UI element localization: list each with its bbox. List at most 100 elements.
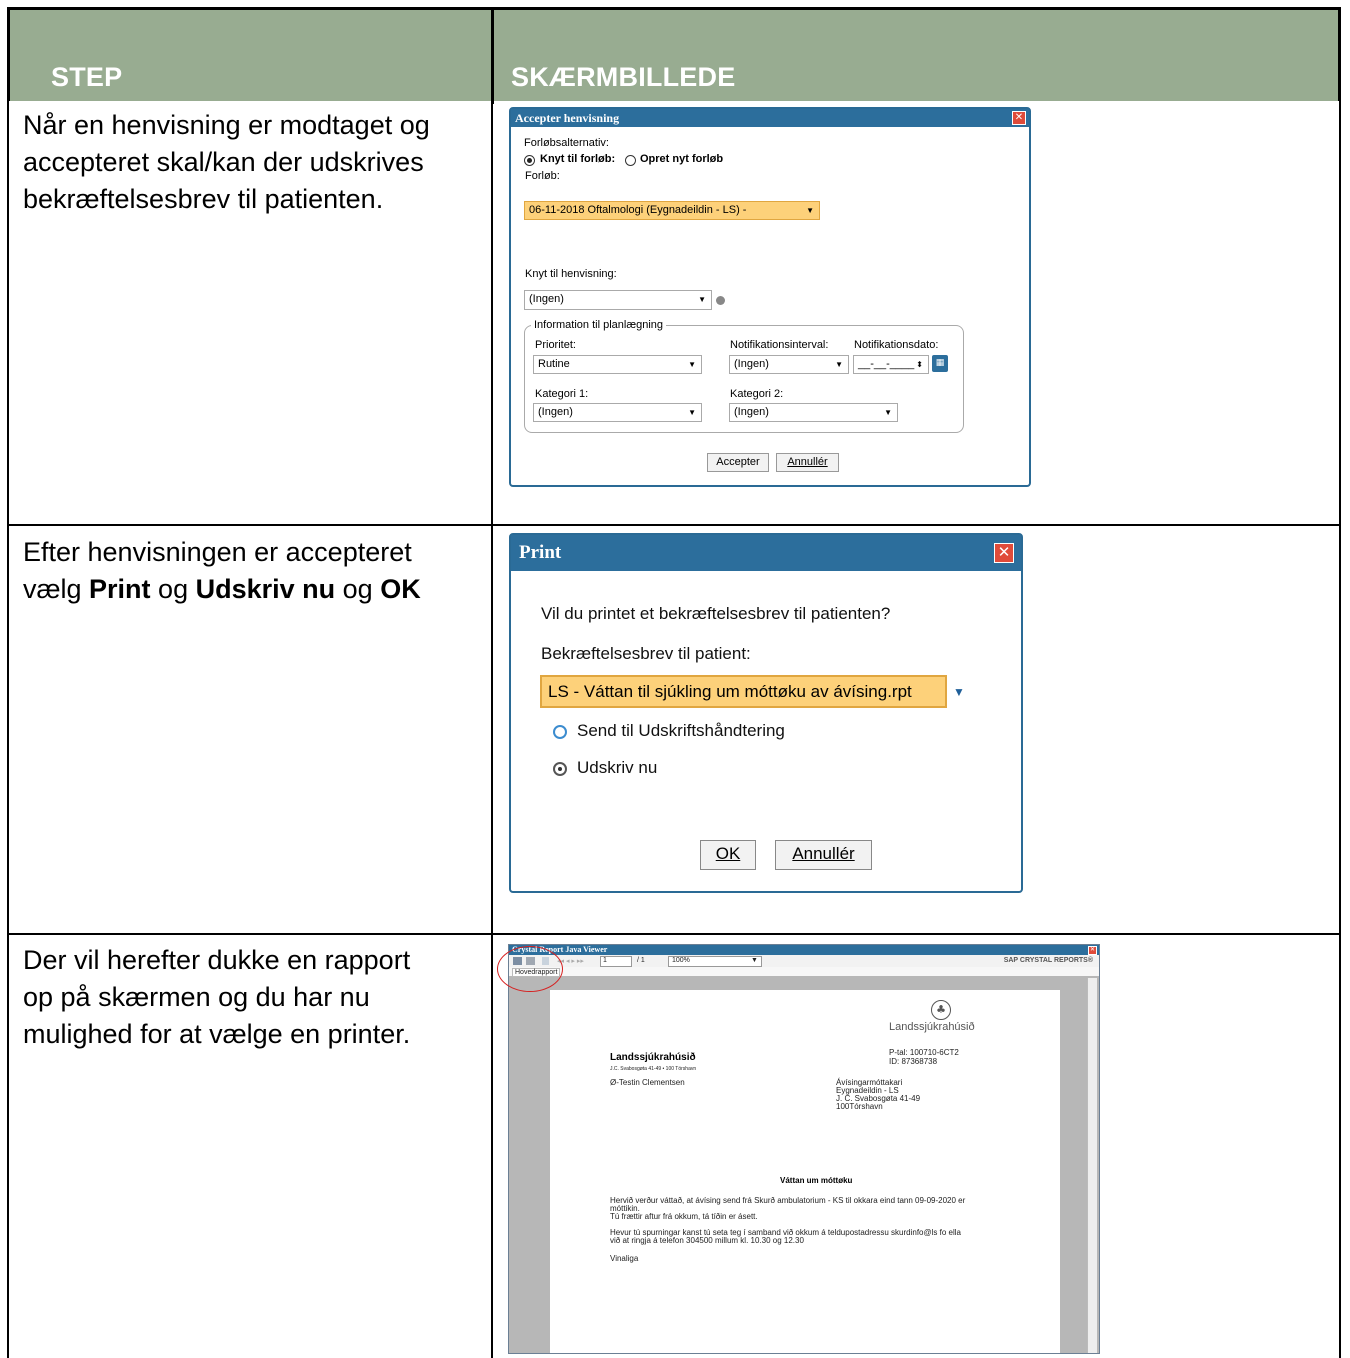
step-2-text: Efter henvisningen er accepteret vælg Pr… [23,534,483,608]
prioritet-select[interactable]: Rutine ▼ [533,355,702,374]
org-address: J.C. Svabosgøta 41-49 • 100 Tórshavn [610,1066,697,1072]
patient-name: Ø-Testin Clementsen [610,1078,685,1087]
radio-print-now[interactable] [553,762,567,776]
chevron-down-icon: ▼ [688,408,696,417]
forlob-value: 06-11-2018 Oftalmologi (Eygnadeildin - L… [529,204,747,216]
header-screenshot: SKÆRMBILLEDE [511,62,736,92]
chevron-down-icon: ▼ [751,957,758,964]
header-divider [491,10,494,104]
row-divider-2 [7,933,1341,935]
kat1-value: (Ingen) [538,406,573,418]
step-2-bold-ok: OK [380,574,421,604]
letter-para-1a: Hervið verður váttað, at ávísing send fr… [610,1196,966,1205]
notif-int-label: Notifikationsinterval: [730,339,829,351]
stepper-icon: ⬍ [916,360,923,369]
radio-send-queue-label: Send til Udskriftshåndtering [577,721,785,740]
step-2-bold-udskriv: Udskriv nu [195,574,336,604]
step-2-line-2: vælg Print og Udskriv nu og OK [23,571,483,608]
radio-send-queue[interactable] [553,725,567,739]
print-question: Vil du printet et bekræftelsesbrev til p… [541,604,891,623]
page-input-value: 1 [603,957,607,964]
ok-button[interactable]: OK [700,840,756,870]
zoom-value: 100% [672,957,690,964]
forlob-select[interactable]: 06-11-2018 Oftalmologi (Eygnadeildin - L… [524,201,820,220]
letter-select-label: Bekræftelsesbrev til patient: [541,644,751,663]
info-icon[interactable] [716,296,725,305]
dialog-1-titlebar: Accepter henvisning ✕ [511,109,1029,127]
letter-para-1c: Tú frættir aftur frá okkum, tá tíðin er … [610,1212,758,1221]
letter-select[interactable]: LS - Váttan til sjúkling um móttøku av á… [540,675,969,708]
step-2-bold-print: Print [89,574,151,604]
step-3-line-3: mulighed for at vælge en printer. [23,1019,411,1049]
knyt-label: Knyt til henvisning: [525,268,617,280]
cancel-button[interactable]: Annullér [775,840,872,870]
radio-print-now-label: Udskriv nu [577,758,658,777]
accept-referral-dialog: Accepter henvisning ✕ Forløbsalternativ:… [509,107,1031,487]
step-1-line-3: bekræftelsesbrev til patienten. [23,184,384,214]
step-3-line-2: op på skærmen og du har nu [23,982,370,1012]
dialog-1-title: Accepter henvisning [515,111,620,125]
notif-dato-label: Notifikationsdato: [854,339,939,351]
knyt-value: (Ingen) [529,293,564,305]
chevron-down-icon: ▼ [806,206,814,215]
logo-icon: ♣ [931,1000,951,1020]
kat1-select[interactable]: (Ingen) ▼ [533,403,702,422]
letter-select-value: LS - Váttan til sjúkling um móttøku av á… [548,682,912,701]
cancel-button[interactable]: Annullér [776,453,839,472]
chevron-down-icon: ▼ [688,360,696,369]
letter-para-2b: við at ringja á telefon 304500 millum kl… [610,1236,804,1245]
kat2-select[interactable]: (Ingen) ▼ [729,403,898,422]
viewer-titlebar: Crystal Report Java Viewer ✕ [509,945,1099,955]
receiver-line-4: 100Tórshavn [836,1102,883,1111]
letter-sign: Vinaliga [610,1254,639,1263]
viewer-scrollbar[interactable] [1087,978,1097,1353]
group-title: Information til planlægning [531,319,667,331]
radio-knyt-label: Knyt til forløb: [540,153,616,165]
step-1-text: Når en henvisning er modtaget og accepte… [23,107,483,218]
page-input[interactable]: 1 [600,956,632,967]
page-total: / 1 [637,957,645,964]
dialog-2-titlebar: Print ✕ [511,535,1021,571]
zoom-select[interactable]: 100% ▼ [668,956,762,967]
notif-int-value: (Ingen) [734,358,769,370]
step-2-pre: vælg [23,574,90,604]
close-icon[interactable]: ✕ [1088,946,1097,955]
forlob-label: Forløb: [525,170,560,182]
table-header: STEP SKÆRMBILLEDE [7,7,1341,104]
step-2-mid-1: og [150,574,196,604]
notif-dato-field[interactable]: __-__-____ ⬍ [853,355,929,374]
step-3-line-1: Der vil herefter dukke en rapport [23,945,411,975]
kat2-value: (Ingen) [734,406,769,418]
row-divider-1 [7,524,1341,526]
step-2-line-1: Efter henvisningen er accepteret [23,537,412,567]
chevron-down-icon: ▼ [698,295,706,304]
radio-opret-forlob[interactable] [625,155,636,166]
calendar-icon[interactable]: ▦ [932,355,948,372]
close-icon[interactable]: ✕ [994,543,1014,563]
radio-opret-label: Opret nyt forløb [640,153,724,165]
chevron-down-icon: ▼ [884,408,892,417]
kat2-label: Kategori 2: [730,388,784,400]
notif-dato-value: __-__-____ [858,358,915,370]
knyt-select[interactable]: (Ingen) ▼ [524,290,712,310]
report-page: ♣ Landssjúkrahúsið Landssjúkrahúsið J.C.… [550,990,1060,1353]
kat1-label: Kategori 1: [535,388,589,400]
prioritet-value: Rutine [538,358,570,370]
step-1-line-2: accepteret skal/kan der udskrives [23,147,424,177]
step-1-line-1: Når en henvisning er modtaget og [23,110,430,140]
letter-heading: Váttan um móttøku [780,1176,853,1185]
viewer-brand: SAP CRYSTAL REPORTS® [1003,957,1093,964]
table-border-left [7,101,9,1358]
table-border-right [1339,101,1341,1358]
table-border-mid [491,101,493,1358]
accept-button[interactable]: Accepter [707,453,769,472]
chevron-down-icon: ▼ [949,677,969,707]
toolbar-highlight-circle [497,946,563,992]
notif-int-select[interactable]: (Ingen) ▼ [729,355,849,374]
print-dialog: Print ✕ Vil du printet et bekræftelsesbr… [509,533,1023,893]
close-icon[interactable]: ✕ [1012,111,1026,125]
radio-knyt-forlob[interactable] [524,155,535,166]
patient-ptal: P-tal: 100710-6CT2 [889,1048,959,1057]
header-step: STEP [51,62,123,92]
org-name: Landssjúkrahúsið [610,1052,696,1063]
